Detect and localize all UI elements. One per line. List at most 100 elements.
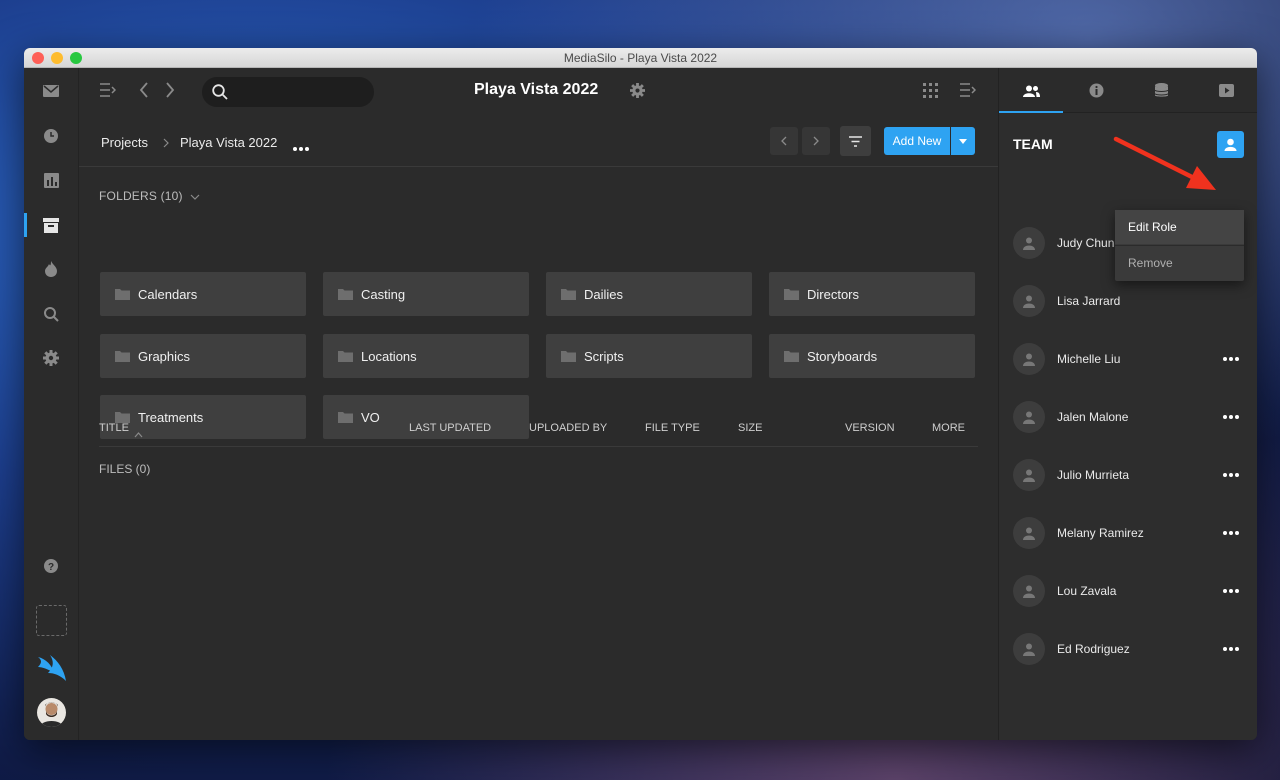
gear-icon[interactable] [41,348,61,368]
member-name: Ed Rodriguez [1057,642,1130,656]
member-name: Lisa Jarrard [1057,294,1121,308]
team-member-row: Julio Murrieta [1013,459,1243,493]
forward-chevron-icon[interactable] [165,82,175,103]
add-team-member-button[interactable] [1217,131,1244,158]
team-member-row: Michelle Liu [1013,343,1243,377]
member-avatar-icon [1013,459,1045,491]
minimize-window-button[interactable] [51,52,63,64]
flame-icon[interactable] [41,259,61,279]
member-more-options-icon[interactable] [1221,583,1241,599]
team-member-row: Jalen Malone [1013,401,1243,435]
tab-media[interactable] [1194,68,1257,113]
help-icon[interactable]: ? [41,556,61,576]
filter-button[interactable] [840,126,871,156]
projects-archive-icon[interactable] [41,215,61,235]
tab-team[interactable] [999,68,1063,113]
next-page-button[interactable] [802,127,830,155]
member-more-options-icon[interactable] [1221,641,1241,657]
folders-header[interactable]: FOLDERS (10) [99,189,200,203]
folder-name: Casting [361,286,406,302]
files-count: FILES (0) [99,462,151,476]
search-input[interactable] [202,77,374,107]
folder-card[interactable]: Treatments [100,395,306,439]
close-window-button[interactable] [32,52,44,64]
nav-active-indicator [24,213,27,237]
collapse-sidebar-icon[interactable] [100,83,117,102]
column-version[interactable]: VERSION [845,422,895,434]
team-icon [1022,85,1040,97]
info-icon [1089,83,1103,98]
table-header-divider [99,446,978,447]
member-more-options-icon[interactable] [1221,525,1241,541]
project-settings-gear-icon[interactable] [630,83,645,103]
folder-card[interactable]: Storyboards [769,334,975,378]
breadcrumb-more-icon[interactable] [293,138,309,156]
member-name: Judy Chun [1057,236,1115,250]
folder-icon [338,412,353,423]
sort-ascending-icon[interactable] [134,425,143,443]
add-new-dropdown-button[interactable] [951,127,975,155]
breadcrumb-current: Playa Vista 2022 [180,135,278,150]
member-avatar-icon [1013,227,1045,259]
folder-name: Scripts [584,348,624,364]
member-avatar-icon [1013,343,1045,375]
team-member-row: Lou Zavala [1013,575,1243,609]
folder-card[interactable]: Graphics [100,334,306,378]
folder-name: Locations [361,348,417,364]
clock-icon[interactable] [41,126,61,146]
back-chevron-icon[interactable] [139,82,149,103]
project-title: Playa Vista 2022 [474,81,599,98]
folder-name: VO [361,409,380,425]
member-name: Julio Murrieta [1057,468,1130,482]
prev-page-button[interactable] [770,127,798,155]
breadcrumb-projects[interactable]: Projects [101,135,148,150]
play-icon [1218,84,1234,97]
tab-info[interactable] [1064,68,1128,113]
member-more-options-icon[interactable] [1221,351,1241,367]
grid-view-icon[interactable] [923,83,938,103]
zoom-window-button[interactable] [70,52,82,64]
svg-text:?: ? [48,562,54,573]
column-file-type[interactable]: FILE TYPE [645,422,700,434]
folder-card[interactable]: Scripts [546,334,752,378]
member-avatar-icon [1013,401,1045,433]
folder-card[interactable]: Calendars [100,272,306,316]
member-more-options-icon[interactable] [1221,467,1241,483]
folder-icon [115,351,130,362]
member-avatar-icon [1013,575,1045,607]
column-title[interactable]: TITLE [99,422,129,434]
window-title: MediaSilo - Playa Vista 2022 [563,50,718,65]
upload-dropzone[interactable] [36,605,67,636]
add-new-button[interactable]: Add New [884,127,950,155]
folder-icon [338,289,353,300]
app-window: MediaSilo - Playa Vista 2022 ? Playa Vis… [24,48,1257,740]
database-icon [1154,83,1168,97]
folder-name: Graphics [138,348,191,364]
folder-card[interactable]: Dailies [546,272,752,316]
right-panel: TEAM Judy Chun Lisa Jarrard Michelle Liu… [998,68,1257,740]
chevron-down-icon [190,194,200,200]
search-icon [212,84,228,105]
member-name: Lou Zavala [1057,584,1117,598]
column-last-updated[interactable]: LAST UPDATED [409,422,491,434]
member-name: Michelle Liu [1057,352,1121,366]
tab-active-indicator [999,111,1063,113]
column-size[interactable]: SIZE [738,422,762,434]
folder-card[interactable]: Locations [323,334,529,378]
search-icon[interactable] [41,304,61,324]
collapse-panel-icon[interactable] [960,83,977,102]
member-more-options-icon[interactable] [1221,409,1241,425]
folder-card[interactable]: Casting [323,272,529,316]
folder-card[interactable]: Directors [769,272,975,316]
team-member-row: Melany Ramirez [1013,517,1243,551]
menu-item-remove[interactable]: Remove [1115,246,1244,280]
column-uploaded-by[interactable]: UPLOADED BY [529,422,607,434]
team-member-row: Lisa Jarrard [1013,285,1243,319]
analytics-icon[interactable] [41,170,61,190]
folder-icon [115,289,130,300]
menu-item-edit-role[interactable]: Edit Role [1115,210,1244,244]
tab-storage[interactable] [1129,68,1193,113]
user-avatar[interactable] [37,698,66,727]
folder-icon [561,289,576,300]
inbox-icon[interactable] [41,81,61,101]
